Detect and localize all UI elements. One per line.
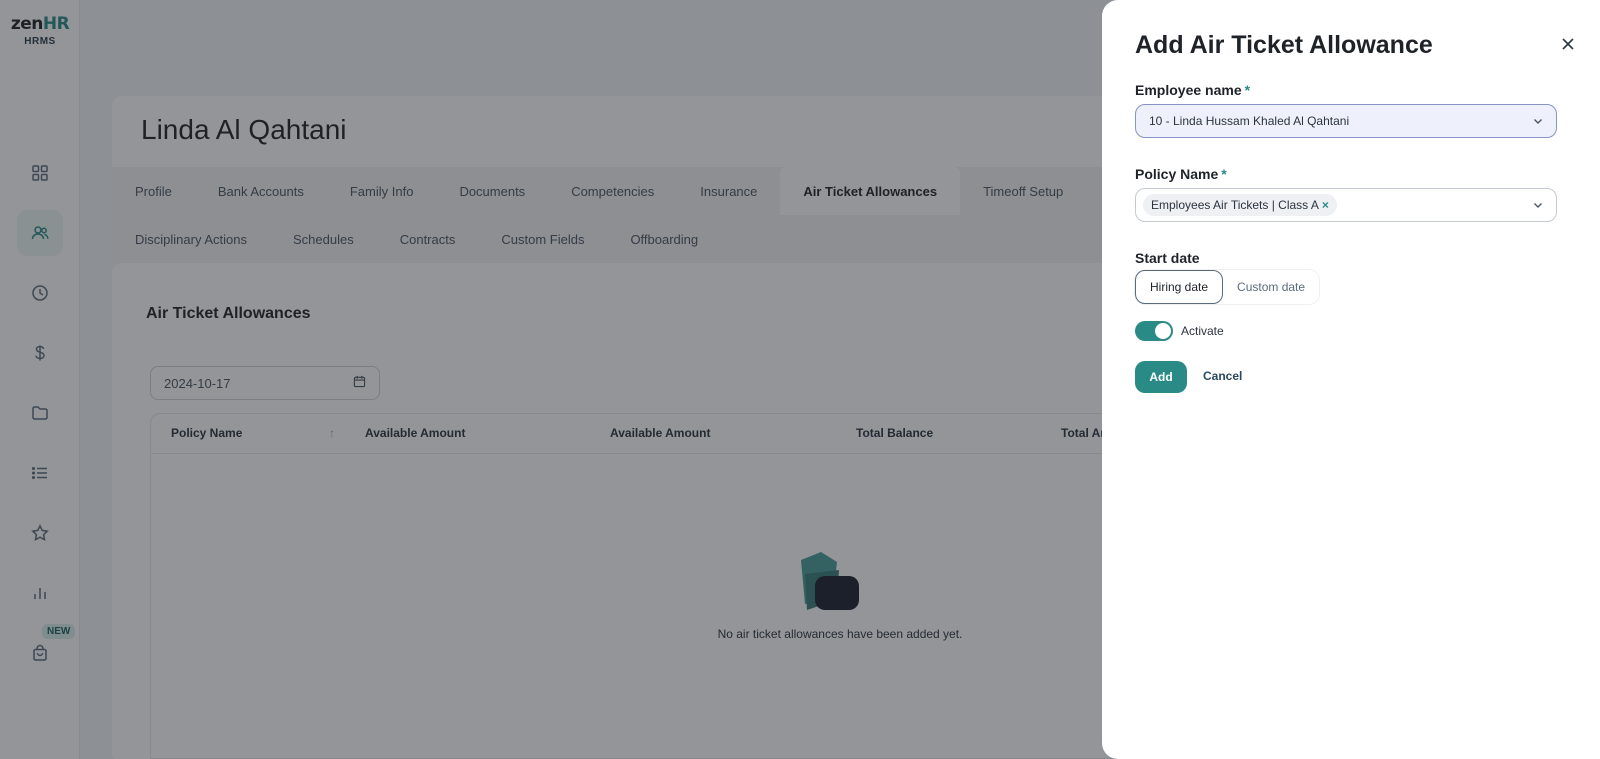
policy-tag-label: Employees Air Tickets | Class A [1151, 198, 1319, 212]
start-date-label: Start date [1135, 250, 1200, 266]
employee-select-value: 10 - Linda Hussam Khaled Al Qahtani [1149, 114, 1350, 128]
employee-name-label: Employee name * [1135, 82, 1251, 98]
chevron-down-icon[interactable] [1532, 115, 1544, 130]
policy-name-label: Policy Name * [1135, 166, 1227, 182]
add-allowance-drawer: Add Air Ticket Allowance Employee name * … [1102, 0, 1600, 759]
policy-select[interactable]: Employees Air Tickets | Class A × [1135, 188, 1557, 222]
hiring-date-option[interactable]: Hiring date [1135, 270, 1224, 304]
employee-select[interactable]: 10 - Linda Hussam Khaled Al Qahtani [1135, 104, 1557, 138]
activate-label: Activate [1181, 324, 1224, 338]
close-icon[interactable] [1558, 34, 1578, 54]
start-date-toggle: Hiring date Custom date [1135, 270, 1320, 304]
cancel-button[interactable]: Cancel [1203, 369, 1242, 383]
activate-toggle[interactable] [1135, 321, 1173, 341]
chevron-down-icon[interactable] [1532, 199, 1544, 214]
toggle-knob [1155, 323, 1171, 339]
policy-tag: Employees Air Tickets | Class A × [1143, 194, 1337, 216]
add-button[interactable]: Add [1135, 361, 1187, 393]
drawer-title: Add Air Ticket Allowance [1135, 31, 1433, 59]
activate-row: Activate [1135, 321, 1224, 341]
custom-date-option[interactable]: Custom date [1223, 270, 1319, 304]
remove-tag-icon[interactable]: × [1322, 198, 1329, 212]
